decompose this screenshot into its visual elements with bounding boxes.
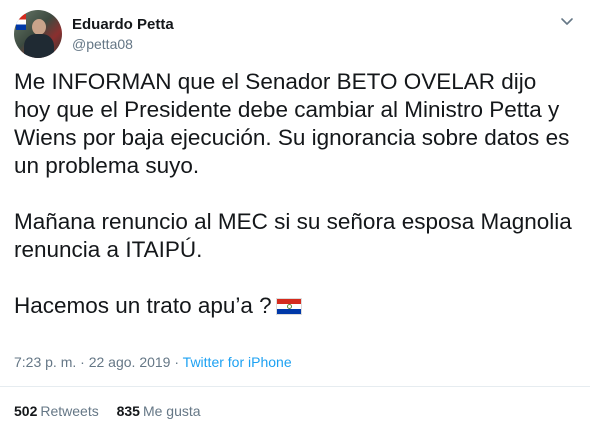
author-name[interactable]: Eduardo Petta bbox=[72, 15, 174, 35]
tweet-text: Me INFORMAN que el Senador BETO OVELAR d… bbox=[14, 68, 576, 320]
author-names: Eduardo Petta @petta08 bbox=[72, 15, 174, 54]
likes-stat[interactable]: 835 Me gusta bbox=[117, 403, 201, 419]
tweet-paragraph-1: Me INFORMAN que el Senador BETO OVELAR d… bbox=[14, 69, 576, 178]
tweet-source-link[interactable]: Twitter for iPhone bbox=[183, 354, 292, 370]
meta-separator: · bbox=[76, 354, 89, 370]
tweet-date[interactable]: 22 ago. 2019 bbox=[89, 354, 171, 370]
likes-label: Me gusta bbox=[142, 403, 201, 419]
likes-count: 835 bbox=[116, 403, 140, 419]
tweet-paragraph-2: Mañana renuncio al MEC si su señora espo… bbox=[14, 209, 579, 262]
divider bbox=[0, 386, 590, 387]
chevron-down-icon[interactable] bbox=[558, 12, 576, 30]
avatar-flag bbox=[16, 14, 26, 30]
tweet-time[interactable]: 7:23 p. m. bbox=[14, 354, 76, 370]
paraguay-flag-icon bbox=[275, 298, 302, 315]
retweets-count: 502 bbox=[14, 403, 38, 419]
retweets-stat[interactable]: 502 Retweets bbox=[14, 403, 99, 419]
tweet-paragraph-3-text: Hacemos un trato apu’a ? bbox=[14, 293, 272, 318]
tweet-meta: 7:23 p. m. · 22 ago. 2019 · Twitter for … bbox=[14, 353, 292, 371]
meta-separator: · bbox=[170, 354, 183, 370]
avatar[interactable] bbox=[14, 10, 62, 58]
tweet-header: Eduardo Petta @petta08 bbox=[14, 10, 174, 58]
retweets-label: Retweets bbox=[40, 403, 99, 419]
tweet-card: Eduardo Petta @petta08 Me INFORMAN que e… bbox=[0, 0, 590, 426]
tweet-stats: 502 Retweets 835 Me gusta bbox=[14, 402, 201, 420]
tweet-paragraph-3: Hacemos un trato apu’a ? bbox=[14, 292, 576, 320]
author-handle[interactable]: @petta08 bbox=[72, 35, 174, 54]
